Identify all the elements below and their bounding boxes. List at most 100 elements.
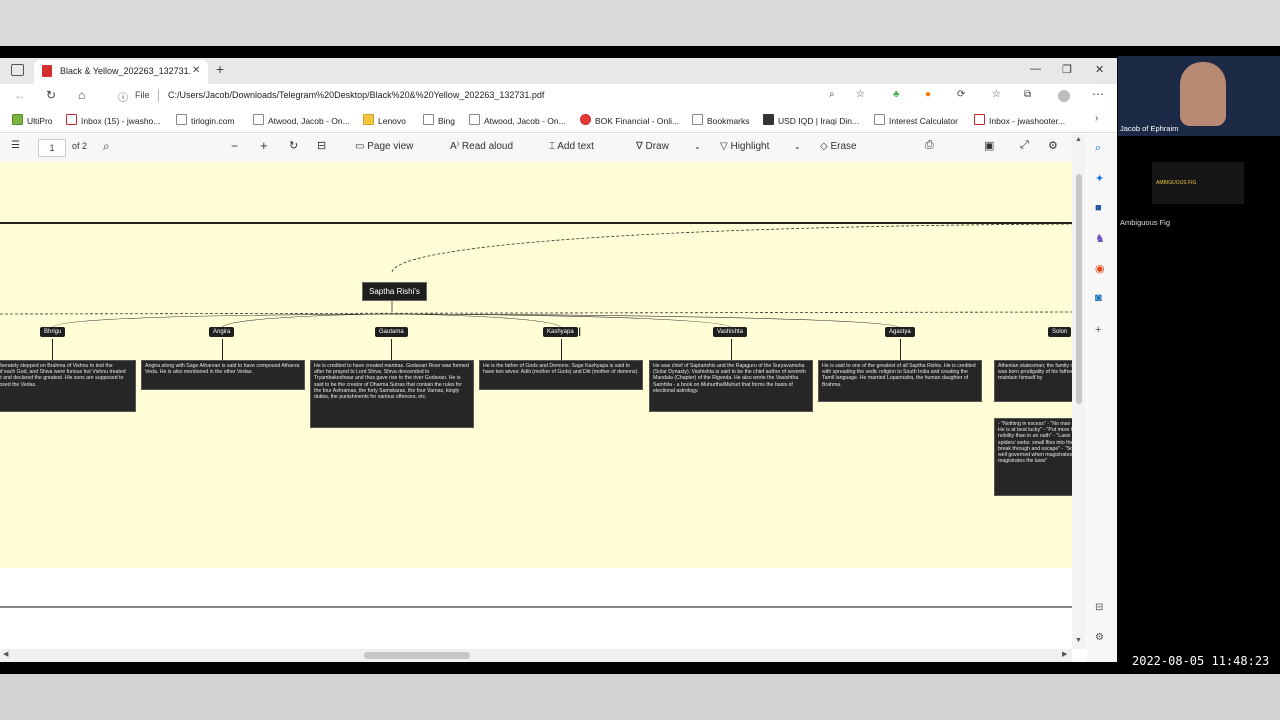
minimize-icon[interactable]: —: [1030, 63, 1041, 75]
sidebar-briefcase-icon[interactable]: ■: [1095, 202, 1102, 214]
chevron-right-icon[interactable]: ›: [1095, 113, 1098, 124]
highlight-options-chevron-icon[interactable]: ⌄: [794, 142, 801, 151]
sidebar-outlook-icon[interactable]: ◙: [1095, 292, 1102, 304]
page-number-input[interactable]: 1: [38, 139, 66, 157]
extension-leaf-icon[interactable]: ♣: [893, 89, 900, 100]
zoom-out-icon[interactable]: −: [231, 139, 238, 153]
address-bar: ← ↻ ⌂ ⓘ File C:/Users/Jacob/Downloads/Te…: [0, 84, 1117, 108]
page-count: of 2: [72, 141, 88, 151]
page-gap: [0, 568, 1072, 648]
draw-options-chevron-icon[interactable]: ⌄: [694, 142, 701, 151]
vertical-scroll-thumb[interactable]: [1076, 174, 1082, 404]
pdf-page: Saptha Rishi's Bhrigu Angira Gautama Kas…: [0, 162, 1072, 568]
read-mode-icon[interactable]: ☆: [856, 89, 865, 100]
tab-title: Black & Yellow_202263_132731.: [60, 66, 192, 76]
extension-orange-icon[interactable]: ●: [925, 89, 931, 100]
tree-node: Bhrigu: [40, 327, 66, 337]
fav-item[interactable]: Inbox - jwashooter...: [974, 114, 1065, 126]
back-icon[interactable]: ←: [14, 88, 26, 102]
vertical-scrollbar[interactable]: ▲ ▼: [1072, 134, 1086, 649]
contents-icon[interactable]: ☰: [11, 140, 20, 151]
refresh-icon[interactable]: ↻: [46, 88, 56, 102]
url-field[interactable]: C:/Users/Jacob/Downloads/Telegram%20Desk…: [168, 90, 544, 100]
address-divider: [158, 89, 159, 102]
restore-icon[interactable]: ❐: [1062, 63, 1072, 76]
node-connector: [561, 339, 562, 360]
erase-button[interactable]: ◇ Erase: [820, 141, 857, 152]
fav-item[interactable]: BOK Financial - Onli...: [580, 114, 679, 126]
sidebar-search-icon[interactable]: ⌕: [1095, 142, 1101, 155]
scroll-up-icon[interactable]: ▲: [1075, 136, 1082, 143]
fav-item[interactable]: Bookmarks: [692, 114, 750, 126]
sidebar-sparkle-icon[interactable]: ✦: [1095, 172, 1104, 185]
scroll-right-icon[interactable]: ▶: [1062, 650, 1067, 658]
collections-icon[interactable]: ⧉: [1024, 89, 1031, 100]
more-menu-icon[interactable]: ⋯: [1092, 87, 1104, 101]
tab-pdf[interactable]: Black & Yellow_202263_132731. ✕: [34, 60, 208, 84]
print-icon[interactable]: ⎙: [925, 139, 934, 152]
fav-item[interactable]: tirlogin.com: [176, 114, 234, 126]
node-description: He is the father of Gods and Demons. Sag…: [479, 360, 643, 390]
highlight-button[interactable]: ▽ Highlight: [720, 141, 769, 152]
horizontal-scroll-thumb[interactable]: [364, 652, 470, 659]
sidebar-collapse-icon[interactable]: ⊟: [1095, 602, 1103, 613]
node-description: Angira along with Sage Atharvan is said …: [141, 360, 305, 390]
fullscreen-icon[interactable]: ⤢: [1020, 139, 1029, 152]
fav-item[interactable]: UltiPro: [12, 114, 53, 126]
close-tab-icon[interactable]: ✕: [192, 65, 200, 76]
fav-item[interactable]: USD IQD | Iraqi Din...: [763, 114, 859, 126]
save-icon[interactable]: ▣: [984, 139, 994, 152]
fav-item[interactable]: Lenovo: [363, 114, 406, 126]
tree-node: Kashyapa: [543, 327, 578, 337]
participant-thumbnail-label: AMBIGUOUS FIG: [1156, 180, 1197, 186]
fav-item[interactable]: Bing: [423, 114, 455, 126]
fav-item[interactable]: Inbox (15) - jwasho...: [66, 114, 160, 126]
sidebar-office-icon[interactable]: ◉: [1095, 262, 1105, 275]
close-window-icon[interactable]: ✕: [1095, 63, 1104, 76]
scroll-left-icon[interactable]: ◀: [3, 650, 8, 658]
fav-item[interactable]: Atwood, Jacob - On...: [253, 114, 350, 126]
draw-button[interactable]: ∇ Draw: [636, 141, 669, 152]
tab-actions-icon[interactable]: [11, 64, 24, 76]
node-description: Athenian statesman; the family of Codrus…: [994, 360, 1072, 402]
pdf-toolbar: ☰ 1 of 2 ⌕ − + ↻ ⊟ ▭ Page view A⁾ Read a…: [0, 134, 1072, 163]
browser-window: Black & Yellow_202263_132731. ✕ + — ❐ ✕ …: [0, 58, 1117, 662]
fav-item[interactable]: Atwood, Jacob - On...: [469, 114, 566, 126]
zoom-icon[interactable]: ⌕: [829, 89, 835, 100]
node-description: He was chief of Saptarishis and the Raja…: [649, 360, 813, 412]
edge-sidebar: ⌕ ✦ ■ ♞ ◉ ◙ + ⊟ ⚙: [1087, 134, 1117, 662]
horizontal-scrollbar[interactable]: ◀ ▶: [0, 649, 1072, 662]
node-connector: [52, 339, 53, 360]
webcam-name-label: Jacob of Ephraim: [1120, 124, 1179, 133]
webcam-feed: Jacob of Ephraim: [1118, 56, 1280, 136]
settings-icon[interactable]: ⚙: [1048, 139, 1058, 152]
tree-node: Agastya: [885, 327, 915, 337]
zoom-in-icon[interactable]: +: [260, 138, 268, 153]
home-icon[interactable]: ⌂: [78, 88, 85, 102]
add-text-button[interactable]: ⌶ Add text: [549, 141, 594, 152]
bottom-band: [0, 674, 1280, 720]
favorites-icon[interactable]: ☆: [992, 89, 1001, 100]
fit-page-icon[interactable]: ⊟: [317, 139, 326, 152]
recording-timestamp: 2022-08-05 11:48:23: [1132, 654, 1270, 668]
node-connector: [731, 339, 732, 360]
read-aloud-button[interactable]: A⁾ Read aloud: [450, 141, 513, 152]
info-icon: ⓘ: [118, 93, 128, 104]
page-view-button[interactable]: ▭ Page view: [355, 141, 413, 152]
sidebar-add-icon[interactable]: +: [1095, 324, 1101, 336]
node-description: He is credited to have created mantras. …: [310, 360, 474, 428]
text-cursor-icon: I: [578, 325, 582, 339]
sidebar-settings-icon[interactable]: ⚙: [1095, 632, 1104, 643]
pdf-icon: [42, 65, 52, 77]
profile-icon[interactable]: [1058, 90, 1070, 102]
rotate-icon[interactable]: ↻: [289, 139, 298, 152]
sidebar-games-icon[interactable]: ♞: [1095, 232, 1105, 245]
extensions-icon[interactable]: ⟳: [957, 89, 965, 100]
add-text-icon: ⌶: [549, 141, 558, 152]
favorites-bar: UltiPro Inbox (15) - jwasho... tirlogin.…: [0, 108, 1117, 133]
scroll-down-icon[interactable]: ▼: [1075, 637, 1082, 644]
file-scheme-label: File: [135, 90, 150, 100]
fav-item[interactable]: Interest Calculator: [874, 114, 958, 126]
search-icon[interactable]: ⌕: [103, 139, 110, 154]
new-tab-icon[interactable]: +: [216, 61, 224, 77]
